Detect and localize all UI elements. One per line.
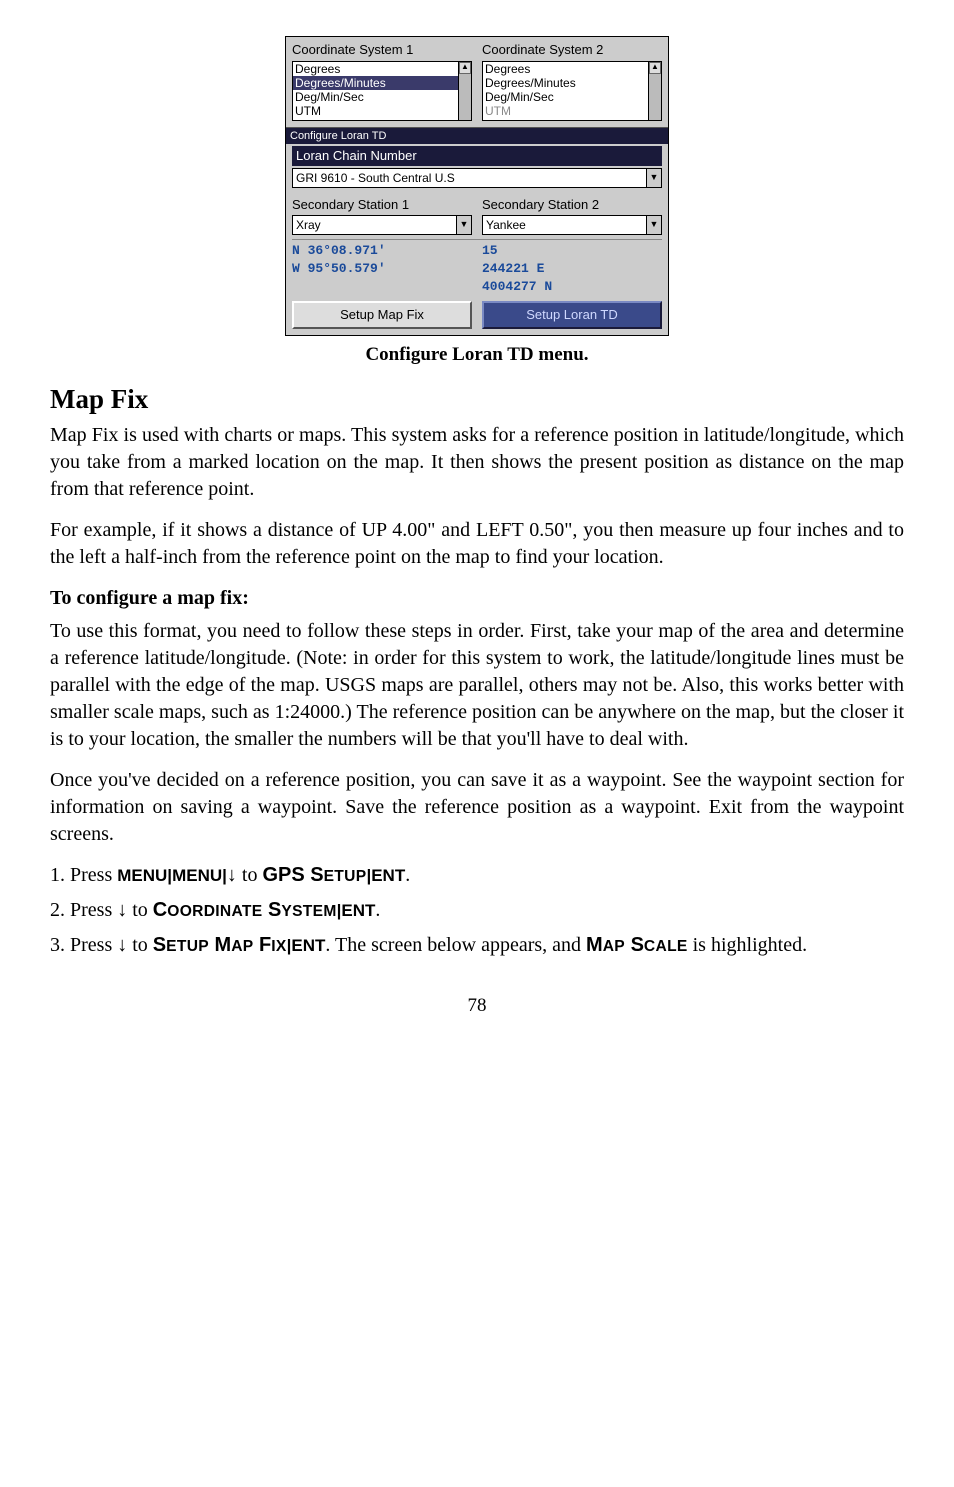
step-text: . The screen below appears, and: [325, 934, 586, 956]
key-ent: ENT: [341, 901, 375, 920]
list-item[interactable]: Degrees: [483, 62, 648, 76]
combo-value: Xray: [293, 217, 456, 233]
coord2-listbox[interactable]: Degrees Degrees/Minutes Deg/Min/Sec UTM …: [482, 61, 662, 121]
chevron-down-icon[interactable]: ▼: [646, 169, 661, 187]
sec1-label: Secondary Station 1: [292, 196, 472, 214]
step-text: is highlighted.: [688, 934, 807, 956]
utm-northing: 4004277 N: [482, 278, 662, 296]
lat-readout: N 36°08.971': [292, 242, 472, 260]
scrollbar[interactable]: ▲: [648, 62, 661, 120]
body-paragraph: For example, if it shows a distance of U…: [50, 517, 904, 571]
setup-loran-td-button[interactable]: Setup Loran TD: [482, 301, 662, 329]
key-ent: ENT: [291, 936, 325, 955]
coord1-label: Coordinate System 1: [292, 41, 472, 59]
device-screenshot: Coordinate System 1 Degrees Degrees/Minu…: [285, 36, 669, 336]
scroll-up-icon[interactable]: ▲: [459, 62, 471, 74]
coord1-listbox[interactable]: Degrees Degrees/Minutes Deg/Min/Sec UTM …: [292, 61, 472, 121]
body-paragraph: Once you've decided on a reference posit…: [50, 767, 904, 848]
step-3: 3. Press ↓ to SETUP MAP FIX|ENT. The scr…: [50, 932, 904, 959]
coord2-label: Coordinate System 2: [482, 41, 662, 59]
loran-chain-label: Loran Chain Number: [292, 146, 662, 166]
sec2-combo[interactable]: Yankee ▼: [482, 215, 662, 235]
list-item[interactable]: Deg/Min/Sec: [483, 90, 648, 104]
body-paragraph: To use this format, you need to follow t…: [50, 618, 904, 753]
list-item[interactable]: UTM: [293, 104, 458, 118]
list-item[interactable]: Deg/Min/Sec: [293, 90, 458, 104]
utm-zone: 15: [482, 242, 662, 260]
step-text: 1. Press: [50, 864, 117, 886]
step-text: 2. Press: [50, 899, 117, 921]
menu-setup-map-fix: SETUP MAP FIX: [153, 934, 287, 956]
sub-heading: To configure a map fix:: [50, 585, 904, 612]
list-item[interactable]: Degrees/Minutes: [293, 76, 458, 90]
key-menu: MENU: [117, 866, 167, 885]
step-text: 3. Press: [50, 934, 117, 956]
sec2-label: Secondary Station 2: [482, 196, 662, 214]
lon-readout: W 95°50.579': [292, 260, 472, 278]
page-number: 78: [50, 993, 904, 1019]
loran-chain-combo[interactable]: GRI 9610 - South Central U.S ▼: [292, 168, 662, 188]
step-2: 2. Press ↓ to COORDINATE SYSTEM|ENT.: [50, 897, 904, 924]
loran-panel: Configure Loran TD Loran Chain Number GR…: [286, 127, 668, 335]
step-1: 1. Press MENU|MENU|↓ to GPS SETUP|ENT.: [50, 862, 904, 889]
loran-title-bar: Configure Loran TD: [286, 128, 668, 145]
section-heading: Map Fix: [50, 381, 904, 417]
key-menu: MENU: [172, 866, 222, 885]
chevron-down-icon[interactable]: ▼: [646, 216, 661, 234]
combo-value: Yankee: [483, 217, 646, 233]
list-item[interactable]: Degrees/Minutes: [483, 76, 648, 90]
field-map-scale: MAP SCALE: [586, 934, 688, 956]
menu-gps-setup: GPS SETUP: [262, 864, 366, 886]
chevron-down-icon[interactable]: ▼: [456, 216, 471, 234]
key-ent: ENT: [371, 866, 405, 885]
list-item[interactable]: Degrees: [293, 62, 458, 76]
coord-system-panel: Coordinate System 1 Degrees Degrees/Minu…: [286, 37, 668, 127]
setup-map-fix-button[interactable]: Setup Map Fix: [292, 301, 472, 329]
utm-easting: 244221 E: [482, 260, 662, 278]
sec1-combo[interactable]: Xray ▼: [292, 215, 472, 235]
menu-coordinate-system: COORDINATE SYSTEM: [153, 899, 337, 921]
combo-value: GRI 9610 - South Central U.S: [293, 170, 646, 186]
scrollbar[interactable]: ▲: [458, 62, 471, 120]
list-item[interactable]: UTM: [483, 104, 648, 118]
scroll-up-icon[interactable]: ▲: [649, 62, 661, 74]
body-paragraph: Map Fix is used with charts or maps. Thi…: [50, 422, 904, 503]
figure-caption: Configure Loran TD menu.: [50, 342, 904, 368]
